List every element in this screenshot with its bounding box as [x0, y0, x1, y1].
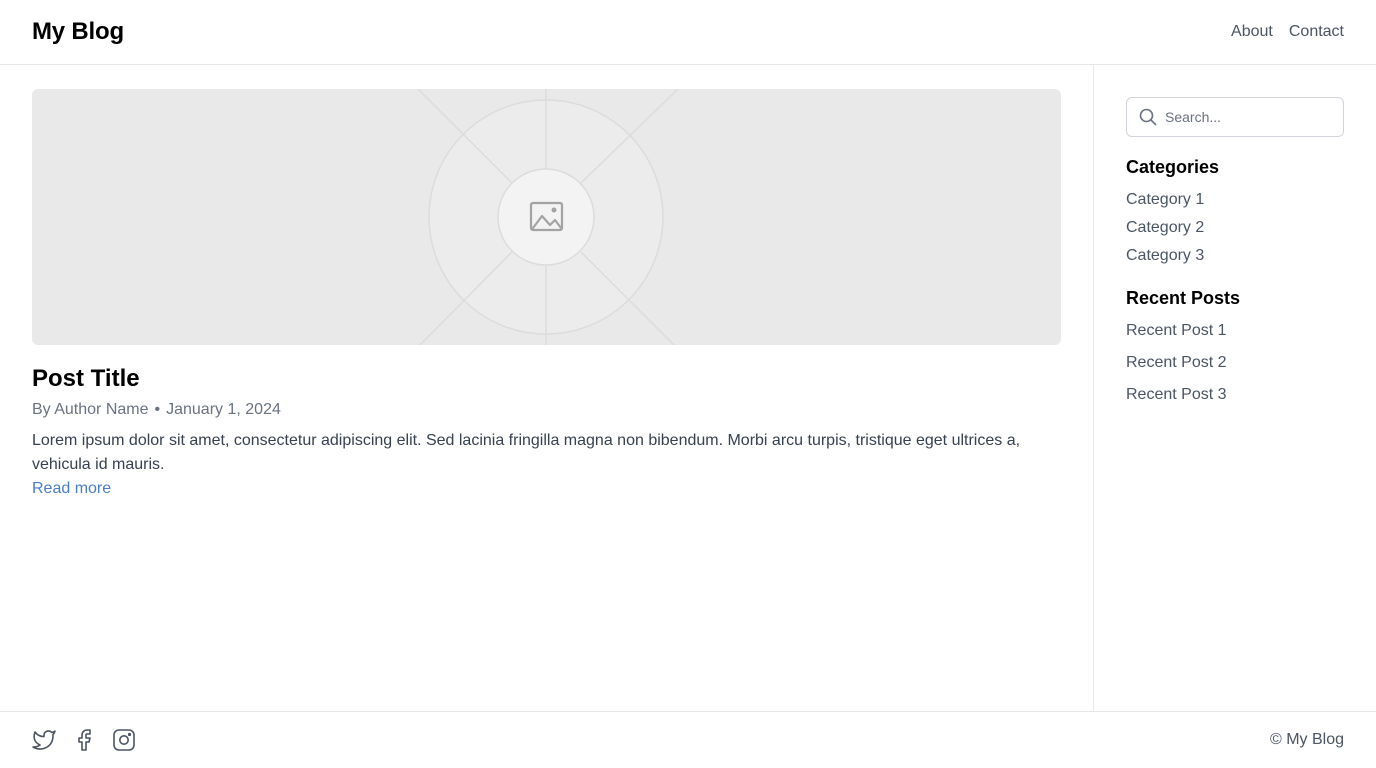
search-input[interactable] — [1165, 109, 1325, 125]
meta-separator: • — [154, 400, 161, 418]
recent-posts-list: Recent Post 1 Recent Post 2 Recent Post … — [1126, 321, 1344, 405]
post-date: January 1, 2024 — [166, 400, 281, 418]
category-item[interactable]: Category 3 — [1126, 246, 1344, 266]
categories-heading: Categories — [1126, 157, 1220, 177]
recent-post-item[interactable]: Recent Post 2 — [1126, 353, 1344, 373]
recent-post-item[interactable]: Recent Post 3 — [1126, 385, 1344, 405]
main-content: Post Title By Author Name • January 1, 2… — [0, 65, 1094, 711]
read-more-link[interactable]: Read more — [32, 477, 111, 501]
search-icon — [1139, 108, 1157, 126]
search-box[interactable] — [1126, 97, 1344, 137]
sidebar: Categories Category 1 Category 2 Categor… — [1094, 65, 1376, 711]
post-excerpt: Lorem ipsum dolor sit amet, consectetur … — [32, 431, 1021, 473]
post-meta: By Author Name • January 1, 2024 — [32, 401, 1061, 419]
twitter-icon[interactable] — [32, 728, 56, 752]
site-title[interactable]: My Blog — [32, 18, 124, 46]
post-title[interactable]: Post Title — [32, 365, 1061, 394]
main-nav: About Contact — [1231, 23, 1344, 41]
facebook-icon[interactable] — [72, 728, 96, 752]
recent-posts-heading: Recent Posts — [1126, 288, 1241, 308]
page: My Blog About Contact Post Title By Auth… — [0, 0, 1376, 768]
instagram-icon[interactable] — [112, 728, 136, 752]
recent-post-item[interactable]: Recent Post 1 — [1126, 321, 1344, 341]
post-author: By Author Name — [32, 400, 149, 418]
nav-link-contact[interactable]: Contact — [1289, 23, 1344, 41]
site-header: My Blog About Contact — [0, 0, 1376, 65]
social-links — [32, 728, 136, 752]
nav-link-about[interactable]: About — [1231, 23, 1273, 41]
post-image-placeholder[interactable] — [32, 89, 1061, 345]
image-placeholder-graphic — [382, 89, 712, 345]
categories-list: Category 1 Category 2 Category 3 — [1126, 190, 1344, 266]
category-item[interactable]: Category 2 — [1126, 218, 1344, 238]
site-footer: © My Blog — [0, 711, 1376, 768]
copyright-text: © My Blog — [1269, 731, 1344, 748]
category-item[interactable]: Category 1 — [1126, 190, 1344, 210]
